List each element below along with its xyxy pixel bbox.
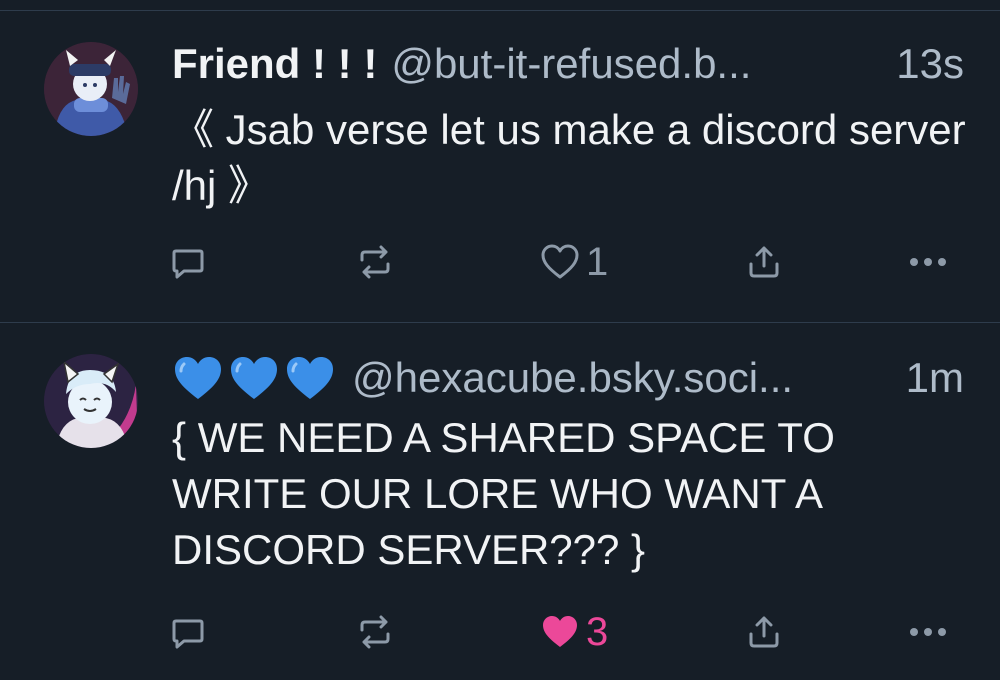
- share-button[interactable]: [746, 610, 782, 654]
- display-name[interactable]: [172, 354, 336, 402]
- more-dots-icon: [910, 628, 946, 636]
- reply-button[interactable]: [170, 610, 206, 654]
- post-time[interactable]: 1m: [906, 350, 964, 406]
- post-text: { WE NEED A SHARED SPACE TO WRITE OUR LO…: [172, 414, 835, 573]
- post-header: @hexacube.bsky.soci... 1m: [172, 350, 964, 406]
- blue-heart-icon: [287, 357, 333, 399]
- like-count: 3: [586, 609, 609, 654]
- post-feed: Friend ! ! ! @but-it-refused.b... 13s 《 …: [0, 0, 1000, 680]
- reply-button[interactable]: [170, 240, 206, 284]
- heart-outline-icon: [541, 244, 579, 279]
- user-handle[interactable]: @hexacube.bsky.soci...: [352, 350, 900, 406]
- post-header: Friend ! ! ! @but-it-refused.b... 13s: [172, 36, 964, 92]
- user-handle[interactable]: @but-it-refused.b...: [391, 36, 890, 92]
- post-item[interactable]: @hexacube.bsky.soci... 1m { WE NEED A SH…: [0, 322, 1000, 680]
- repost-icon: [360, 245, 390, 279]
- reply-icon: [172, 619, 204, 649]
- like-button[interactable]: 1: [540, 240, 608, 284]
- user-avatar[interactable]: [44, 354, 138, 448]
- like-button[interactable]: 3: [540, 610, 608, 654]
- repost-button[interactable]: [356, 240, 394, 284]
- blue-heart-icon: [231, 357, 277, 399]
- share-icon: [749, 616, 779, 648]
- cat-eared-smiling-character-avatar-icon: [44, 354, 138, 448]
- repost-button[interactable]: [356, 610, 394, 654]
- reply-icon: [172, 249, 204, 279]
- cat-eared-character-waving-avatar-icon: [44, 42, 138, 136]
- more-options-button[interactable]: [908, 240, 948, 284]
- blue-heart-icon: [175, 357, 221, 399]
- post-actions: 3: [0, 610, 1000, 654]
- share-icon: [749, 246, 779, 278]
- post-item[interactable]: Friend ! ! ! @but-it-refused.b... 13s 《 …: [0, 0, 1000, 322]
- repost-icon: [360, 615, 390, 649]
- post-time[interactable]: 13s: [896, 36, 964, 92]
- heart-filled-icon: [543, 616, 577, 647]
- post-text: 《 Jsab verse let us make a discord serve…: [172, 106, 966, 209]
- user-avatar[interactable]: [44, 42, 138, 136]
- share-button[interactable]: [746, 240, 782, 284]
- display-name[interactable]: Friend ! ! !: [172, 36, 377, 92]
- like-count: 1: [586, 239, 609, 284]
- more-dots-icon: [910, 258, 946, 266]
- more-options-button[interactable]: [908, 610, 948, 654]
- post-actions: 1: [0, 240, 1000, 284]
